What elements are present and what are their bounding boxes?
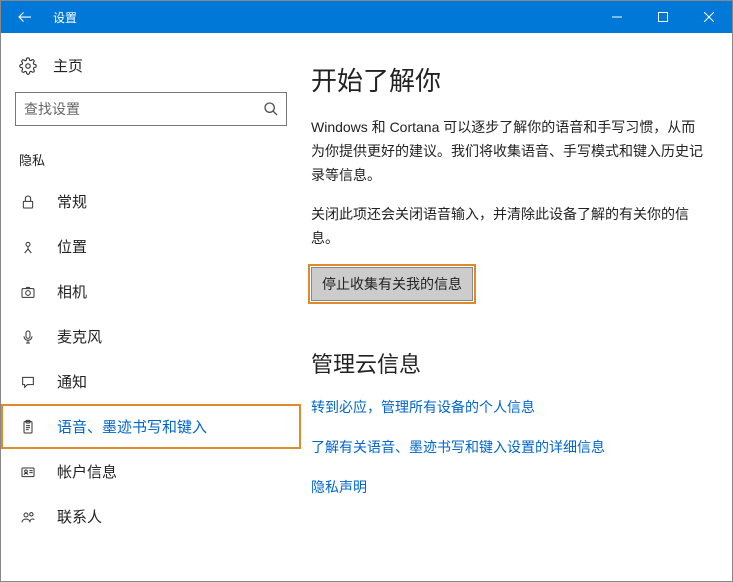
- settings-window: 设置 主页: [0, 0, 733, 582]
- maximize-button[interactable]: [640, 1, 686, 33]
- clipboard-icon: [19, 419, 37, 435]
- sidebar-item-location[interactable]: 位置: [1, 224, 301, 269]
- link-bing-manage[interactable]: 转到必应，管理所有设备的个人信息: [311, 397, 706, 417]
- link-learn-more[interactable]: 了解有关语音、墨迹书写和键入设置的详细信息: [311, 437, 706, 457]
- window-title: 设置: [53, 9, 594, 26]
- link-privacy-statement[interactable]: 隐私声明: [311, 477, 706, 497]
- sidebar-item-camera[interactable]: 相机: [1, 269, 301, 314]
- search-input[interactable]: [15, 92, 287, 126]
- sidebar-item-account-info[interactable]: 帐户信息: [1, 449, 301, 494]
- sidebar-item-label: 相机: [57, 281, 87, 302]
- minimize-button[interactable]: [594, 1, 640, 33]
- arrow-left-icon: [16, 8, 34, 26]
- sidebar-item-label: 联系人: [57, 506, 102, 527]
- stop-collecting-button[interactable]: 停止收集有关我的信息: [311, 267, 473, 301]
- sidebar-item-label: 通知: [57, 371, 87, 392]
- minimize-icon: [612, 12, 622, 22]
- camera-icon: [19, 284, 37, 300]
- description-paragraph-2: 关闭此项还会关闭语音输入，并清除此设备了解的有关你的信息。: [311, 203, 706, 251]
- maximize-icon: [658, 12, 668, 22]
- gear-icon: [19, 57, 37, 75]
- sidebar-item-speech-inking-typing[interactable]: 语音、墨迹书写和键入: [1, 404, 301, 449]
- people-icon: [19, 509, 37, 525]
- close-button[interactable]: [686, 1, 732, 33]
- chat-icon: [19, 374, 37, 390]
- heading-getting-to-know-you: 开始了解你: [311, 61, 706, 98]
- window-controls: [594, 1, 732, 33]
- id-card-icon: [19, 464, 37, 480]
- heading-manage-cloud: 管理云信息: [311, 347, 706, 379]
- home-label: 主页: [53, 55, 83, 76]
- body: 主页 隐私 常规: [1, 33, 732, 581]
- sidebar-item-label: 常规: [57, 191, 87, 212]
- home-button[interactable]: 主页: [1, 45, 301, 86]
- sidebar-item-label: 语音、墨迹书写和键入: [57, 416, 207, 437]
- back-button[interactable]: [1, 1, 49, 33]
- nav-list: 常规 位置 相机: [1, 179, 301, 539]
- sidebar: 主页 隐私 常规: [1, 33, 301, 581]
- close-icon: [704, 12, 714, 22]
- sidebar-item-contacts[interactable]: 联系人: [1, 494, 301, 539]
- description-paragraph-1: Windows 和 Cortana 可以逐步了解你的语音和手写习惯，从而为你提供…: [311, 116, 706, 187]
- sidebar-item-general[interactable]: 常规: [1, 179, 301, 224]
- section-label: 隐私: [1, 136, 301, 179]
- sidebar-item-microphone[interactable]: 麦克风: [1, 314, 301, 359]
- lock-icon: [19, 194, 37, 210]
- microphone-icon: [19, 329, 37, 345]
- sidebar-item-label: 帐户信息: [57, 461, 117, 482]
- titlebar: 设置: [1, 1, 732, 33]
- sidebar-item-notifications[interactable]: 通知: [1, 359, 301, 404]
- search-icon: [263, 101, 279, 117]
- location-icon: [19, 239, 37, 255]
- sidebar-item-label: 位置: [57, 236, 87, 257]
- content-area: 开始了解你 Windows 和 Cortana 可以逐步了解你的语音和手写习惯，…: [301, 33, 732, 581]
- search-container: [15, 92, 287, 126]
- sidebar-item-label: 麦克风: [57, 326, 102, 347]
